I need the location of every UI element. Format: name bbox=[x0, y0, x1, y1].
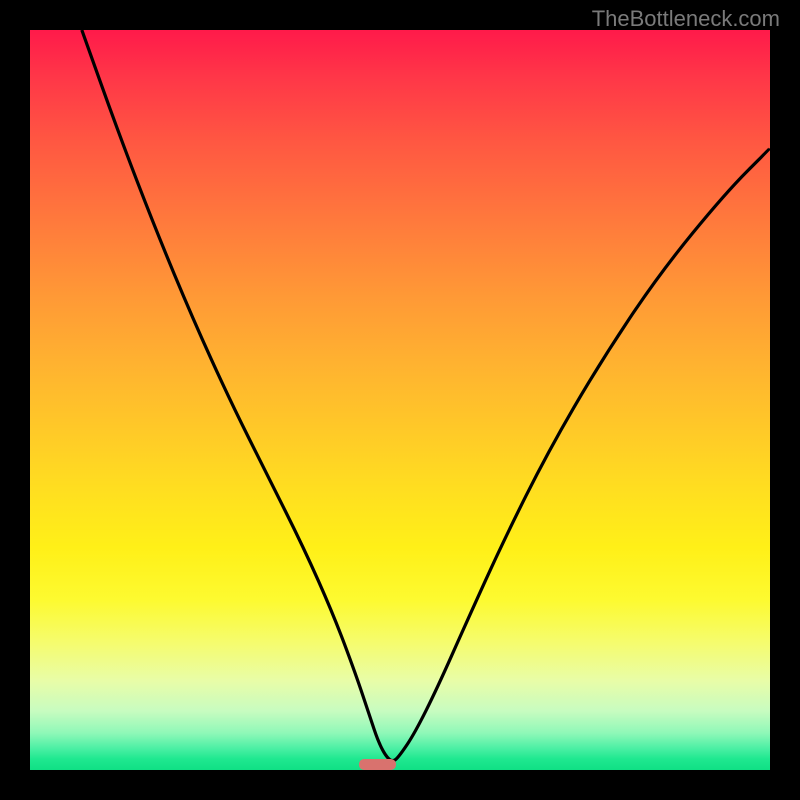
optimal-marker bbox=[359, 759, 396, 770]
watermark-text: TheBottleneck.com bbox=[592, 6, 780, 32]
bottleneck-curve bbox=[30, 30, 770, 770]
curve-path bbox=[82, 30, 770, 761]
plot-area bbox=[30, 30, 770, 770]
